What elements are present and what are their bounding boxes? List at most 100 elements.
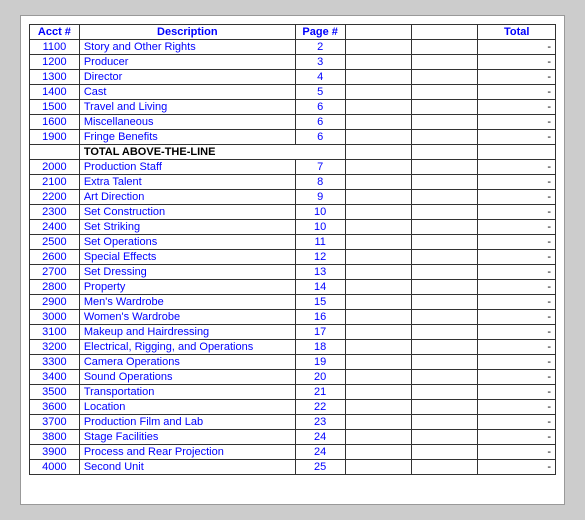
cell-acct: 3700 — [30, 415, 80, 430]
cell-desc: Camera Operations — [79, 355, 295, 370]
cell-page: 19 — [295, 355, 345, 370]
cell-desc: Travel and Living — [79, 100, 295, 115]
cell-extra1 — [345, 145, 411, 160]
cell-desc: Fringe Benefits — [79, 130, 295, 145]
table-row: 3600Location22- — [30, 400, 556, 415]
table-row: 3000Women's Wardrobe16- — [30, 310, 556, 325]
cell-extra1 — [345, 175, 411, 190]
cell-extra2 — [412, 295, 478, 310]
cell-acct: 3600 — [30, 400, 80, 415]
table-row: 2100Extra Talent8- — [30, 175, 556, 190]
page-container: Acct # Description Page # Total 1100Stor… — [20, 15, 565, 505]
cell-desc: Second Unit — [79, 460, 295, 475]
cell-acct: 3200 — [30, 340, 80, 355]
cell-extra1 — [345, 115, 411, 130]
cell-extra2 — [412, 310, 478, 325]
cell-extra1 — [345, 295, 411, 310]
cell-acct: 2100 — [30, 175, 80, 190]
cell-extra2 — [412, 340, 478, 355]
cell-desc: Extra Talent — [79, 175, 295, 190]
cell-desc: Set Construction — [79, 205, 295, 220]
cell-total: - — [478, 55, 556, 70]
header-col5 — [412, 25, 478, 40]
cell-extra1 — [345, 55, 411, 70]
cell-page: 25 — [295, 460, 345, 475]
cell-extra1 — [345, 430, 411, 445]
cell-extra2 — [412, 55, 478, 70]
cell-acct: 2900 — [30, 295, 80, 310]
cell-page: 3 — [295, 55, 345, 70]
cell-total: - — [478, 220, 556, 235]
cell-desc: Production Film and Lab — [79, 415, 295, 430]
cell-desc: Location — [79, 400, 295, 415]
cell-extra2 — [412, 460, 478, 475]
cell-page: 16 — [295, 310, 345, 325]
cell-page: 22 — [295, 400, 345, 415]
cell-desc: Process and Rear Projection — [79, 445, 295, 460]
cell-acct: 2000 — [30, 160, 80, 175]
cell-desc: Production Staff — [79, 160, 295, 175]
cell-extra2 — [412, 415, 478, 430]
cell-page: 21 — [295, 385, 345, 400]
cell-total: - — [478, 280, 556, 295]
header-desc: Description — [79, 25, 295, 40]
cell-total: - — [478, 415, 556, 430]
cell-extra1 — [345, 400, 411, 415]
cell-page: 10 — [295, 205, 345, 220]
cell-extra1 — [345, 355, 411, 370]
cell-extra1 — [345, 340, 411, 355]
cell-total: - — [478, 355, 556, 370]
cell-total: - — [478, 265, 556, 280]
cell-total: - — [478, 385, 556, 400]
cell-extra2 — [412, 430, 478, 445]
cell-extra2 — [412, 115, 478, 130]
cell-extra1 — [345, 280, 411, 295]
cell-acct: 2200 — [30, 190, 80, 205]
table-row: 4000Second Unit25- — [30, 460, 556, 475]
cell-acct: 3900 — [30, 445, 80, 460]
cell-extra1 — [345, 85, 411, 100]
cell-page: 11 — [295, 235, 345, 250]
cell-extra1 — [345, 70, 411, 85]
table-row: 2500Set Operations11- — [30, 235, 556, 250]
cell-extra2 — [412, 40, 478, 55]
cell-extra2 — [412, 355, 478, 370]
table-row: 1300Director4- — [30, 70, 556, 85]
cell-desc: Transportation — [79, 385, 295, 400]
cell-total: - — [478, 40, 556, 55]
cell-page: 13 — [295, 265, 345, 280]
table-row: 3200Electrical, Rigging, and Operations1… — [30, 340, 556, 355]
cell-acct: 3000 — [30, 310, 80, 325]
cell-total: - — [478, 445, 556, 460]
cell-extra1 — [345, 415, 411, 430]
cell-extra2 — [412, 385, 478, 400]
table-row: 2000Production Staff7- — [30, 160, 556, 175]
cell-page: 4 — [295, 70, 345, 85]
cell-page: 2 — [295, 40, 345, 55]
cell-total: - — [478, 235, 556, 250]
cell-extra1 — [345, 190, 411, 205]
cell-page: 6 — [295, 130, 345, 145]
cell-page: 17 — [295, 325, 345, 340]
cell-acct: 1600 — [30, 115, 80, 130]
cell-desc: Electrical, Rigging, and Operations — [79, 340, 295, 355]
cell-acct: 1400 — [30, 85, 80, 100]
cell-page: 14 — [295, 280, 345, 295]
table-row: 3100Makeup and Hairdressing17- — [30, 325, 556, 340]
cell-page: 24 — [295, 430, 345, 445]
cell-extra2 — [412, 265, 478, 280]
cell-extra1 — [345, 325, 411, 340]
cell-extra1 — [345, 100, 411, 115]
cell-extra2 — [412, 175, 478, 190]
cell-acct: 3800 — [30, 430, 80, 445]
header-acct: Acct # — [30, 25, 80, 40]
table-row: 2800Property14- — [30, 280, 556, 295]
cell-page: 6 — [295, 115, 345, 130]
cell-total: - — [478, 190, 556, 205]
table-row: 2700Set Dressing13- — [30, 265, 556, 280]
cell-desc: Set Operations — [79, 235, 295, 250]
cell-desc: Stage Facilities — [79, 430, 295, 445]
cell-extra2 — [412, 370, 478, 385]
cell-desc: Men's Wardrobe — [79, 295, 295, 310]
cell-extra2 — [412, 220, 478, 235]
